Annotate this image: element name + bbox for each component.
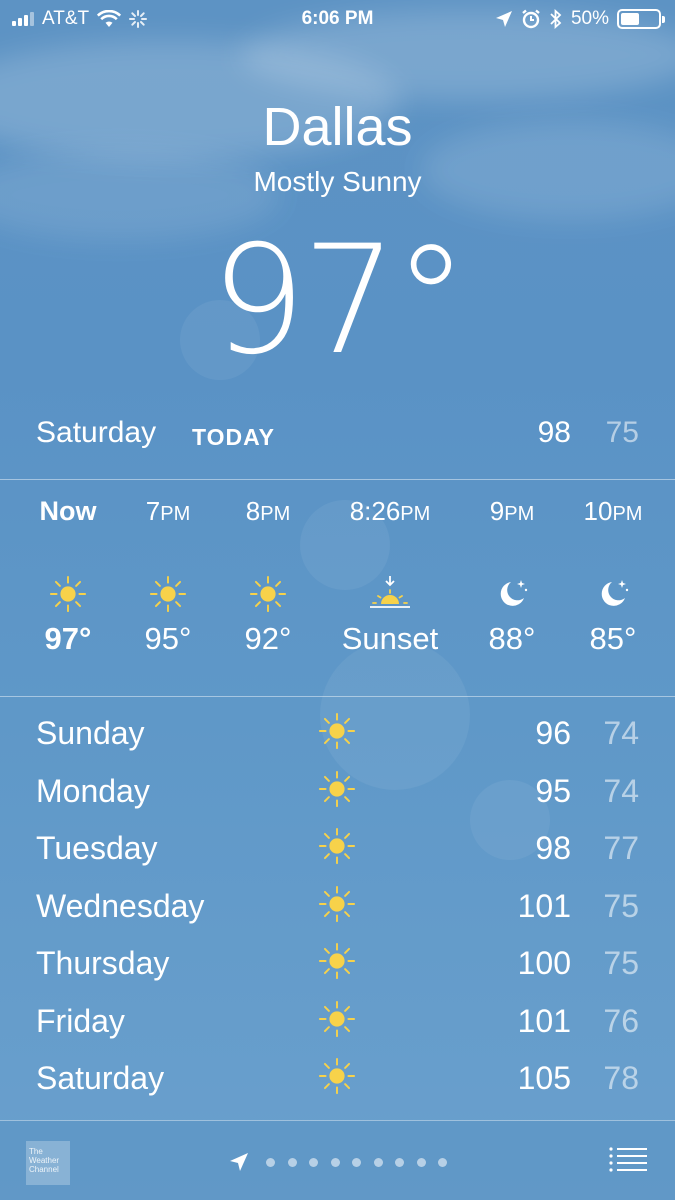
page-dot: [287, 1157, 297, 1167]
day-low: 75: [603, 887, 639, 924]
hour-time: 10: [583, 496, 613, 526]
today-day: Saturday: [36, 416, 157, 449]
daily-forecast[interactable]: Sunday 96 74 Monday 95 74 Tuesday 98 77 …: [36, 712, 639, 1115]
hour-temperature: 85°: [589, 621, 637, 656]
sun-icon: [318, 1057, 356, 1095]
sun-icon: [249, 575, 287, 613]
hour-time: 7: [145, 496, 161, 526]
hour-time: 8: [245, 496, 261, 526]
page-dot: [352, 1157, 361, 1167]
hourly-forecast[interactable]: Now 97° 7PM 95° 8PM 92° 8:26PM Sunset 9P…: [0, 480, 675, 696]
day-high: 101: [517, 887, 571, 924]
page-dot: [416, 1157, 426, 1167]
page-indicator[interactable]: [228, 1151, 460, 1173]
battery-icon: [617, 9, 665, 29]
weather-condition: Mostly Sunny: [253, 166, 422, 197]
sun-icon: [318, 712, 356, 750]
today-low: 75: [605, 416, 639, 449]
day-high: 101: [517, 1002, 571, 1039]
sun-icon: [318, 827, 356, 865]
weather-channel-logo[interactable]: The Weather Channel: [26, 1141, 70, 1185]
daily-row: Sunday 96 74: [36, 712, 639, 770]
page-dot: [266, 1157, 275, 1167]
daily-row: Friday 101 76: [36, 1000, 639, 1058]
list-icon[interactable]: [609, 1147, 647, 1173]
daily-row: Tuesday 98 77: [36, 827, 639, 885]
battery-percentage: 50%: [570, 8, 609, 29]
location-arrow-icon: [495, 11, 512, 27]
daily-row: Thursday 100 75: [36, 942, 639, 1000]
day-name: Saturday: [36, 1060, 165, 1096]
hour-temperature: 92°: [244, 621, 292, 656]
day-low: 74: [603, 772, 639, 809]
page-dot: [395, 1157, 404, 1167]
hour-time: 9: [489, 496, 505, 526]
day-name: Monday: [36, 772, 150, 809]
sun-icon: [318, 770, 356, 807]
day-high: 105: [517, 1060, 571, 1096]
city-name: Dallas: [262, 97, 413, 157]
bluetooth-icon: [550, 9, 562, 29]
daily-row: Monday 95 74: [36, 770, 639, 828]
divider: [0, 696, 675, 697]
hourly-item: 10PM 85°: [553, 496, 673, 657]
day-high: 98: [535, 830, 571, 866]
moon-icon: [500, 580, 528, 606]
today-summary: Saturday TODAY 98 75: [36, 416, 639, 460]
today-label: TODAY: [192, 424, 275, 450]
page-dot: [373, 1157, 383, 1167]
day-low: 74: [603, 715, 639, 751]
status-bar: AT&T 6:06 PM 50%: [0, 0, 675, 38]
hourly-item: 8PM 92°: [208, 496, 328, 657]
page-dot: [330, 1157, 340, 1167]
today-high: 98: [537, 416, 571, 449]
day-low: 77: [603, 830, 639, 866]
sun-icon: [318, 885, 356, 922]
current-temperature: 97°: [210, 214, 469, 388]
day-high: 100: [517, 945, 571, 981]
hour-time: Now: [39, 496, 97, 526]
day-high: 95: [535, 772, 571, 809]
day-low: 76: [603, 1002, 639, 1039]
page-dot: [309, 1157, 318, 1167]
daily-row: Wednesday 101 75: [36, 885, 639, 943]
alarm-clock-icon: [522, 9, 540, 29]
daily-row: Saturday 105 78: [36, 1057, 639, 1115]
sunset-icon: [370, 576, 410, 608]
day-high: 96: [535, 715, 571, 751]
sun-icon: [49, 575, 87, 613]
sun-icon: [318, 1000, 356, 1037]
day-name: Thursday: [36, 945, 170, 981]
hour-time: 8:26: [349, 496, 401, 526]
page-dot: [438, 1157, 447, 1167]
day-low: 78: [603, 1060, 639, 1096]
sun-icon: [149, 575, 187, 613]
hourly-item: 8:26PM Sunset: [320, 496, 460, 657]
day-name: Sunday: [36, 715, 145, 751]
bottom-toolbar: The Weather Channel: [0, 1120, 675, 1200]
day-name: Wednesday: [36, 887, 205, 924]
hour-temperature: Sunset: [341, 621, 439, 656]
day-name: Friday: [36, 1002, 125, 1039]
sun-icon: [318, 942, 356, 980]
day-low: 75: [603, 945, 639, 981]
location-arrow-icon: [230, 1153, 248, 1171]
day-name: Tuesday: [36, 830, 158, 866]
moon-icon: [601, 580, 629, 606]
